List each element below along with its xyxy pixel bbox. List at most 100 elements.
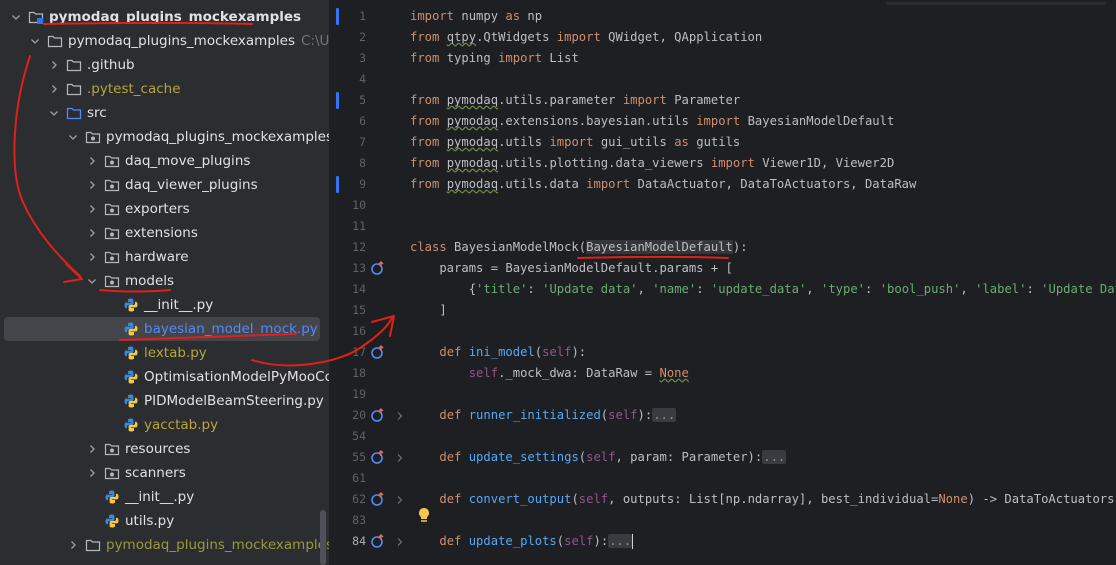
line-number[interactable]: 6 [329, 111, 366, 132]
code-line[interactable]: from pymodaq.utils.plotting.data_viewers… [410, 153, 894, 174]
chevron-right-icon[interactable] [86, 467, 98, 479]
overrides-method-icon[interactable] [370, 260, 386, 276]
tree-folder-item[interactable]: exporters [0, 197, 329, 221]
chevron-down-icon[interactable] [29, 35, 41, 47]
code-line[interactable]: params = BayesianModelDefault.params + [ [410, 258, 733, 279]
line-number[interactable]: 10 [329, 195, 366, 216]
fold-expand-icon[interactable] [395, 494, 405, 504]
line-number[interactable]: 55 [329, 447, 366, 468]
line-number[interactable]: 11 [329, 216, 366, 237]
fold-expand-icon[interactable] [395, 536, 405, 546]
tree-file-item[interactable]: lextab.py [0, 341, 329, 365]
chevron-down-icon[interactable] [67, 131, 79, 143]
tree-folder-item[interactable]: extensions [0, 221, 329, 245]
line-number[interactable]: 8 [329, 153, 366, 174]
line-number[interactable]: 3 [329, 48, 366, 69]
line-number[interactable]: 18 [329, 363, 366, 384]
overrides-method-icon[interactable] [370, 491, 386, 507]
chevron-down-icon[interactable] [86, 275, 98, 287]
chevron-right-icon[interactable] [67, 539, 79, 551]
code-line[interactable]: import numpy as np [410, 6, 542, 27]
line-number[interactable]: 7 [329, 132, 366, 153]
tree-folder-item[interactable]: src [0, 101, 329, 125]
chevron-right-icon[interactable] [86, 251, 98, 263]
folder-icon [66, 57, 82, 73]
line-number[interactable]: 20 [329, 405, 366, 426]
line-number[interactable]: 16 [329, 321, 366, 342]
chevron-right-icon[interactable] [86, 443, 98, 455]
tree-file-item[interactable]: __init__.py [0, 485, 329, 509]
line-number[interactable]: 9 [329, 174, 366, 195]
code-line[interactable]: def update_settings(self, param: Paramet… [410, 447, 787, 468]
tree-folder-item[interactable]: daq_viewer_plugins [0, 173, 329, 197]
code-line[interactable]: {'title': 'Update data', 'name': 'update… [410, 279, 1116, 300]
code-line[interactable]: from pymodaq.utils.parameter import Para… [410, 90, 740, 111]
code-line[interactable]: from pymodaq.utils.data import DataActua… [410, 174, 916, 195]
line-number[interactable]: 15 [329, 300, 366, 321]
tree-folder-item[interactable]: hardware [0, 245, 329, 269]
line-number[interactable]: 14 [329, 279, 366, 300]
line-number[interactable]: 54 [329, 426, 366, 447]
line-number[interactable]: 12 [329, 237, 366, 258]
code-line[interactable]: self._mock_dwa: DataRaw = None [410, 363, 689, 384]
line-number[interactable]: 4 [329, 69, 366, 90]
chevron-down-icon[interactable] [48, 107, 60, 119]
package-icon [104, 153, 120, 169]
overrides-method-icon[interactable] [370, 449, 386, 465]
chevron-right-icon[interactable] [48, 59, 60, 71]
overrides-method-icon[interactable] [370, 407, 386, 423]
line-number[interactable]: 17 [329, 342, 366, 363]
tree-file-item[interactable]: OptimisationModelPyMooComp [0, 365, 329, 389]
tree-folder-item[interactable]: scanners [0, 461, 329, 485]
code-line[interactable]: ] [410, 300, 446, 321]
tree-item-label: pymodaq_plugins_mockexamples [106, 129, 329, 145]
tree-folder-item[interactable]: pymodaq_plugins_mockexamples [0, 5, 329, 29]
chevron-down-icon[interactable] [10, 11, 22, 23]
code-line[interactable]: def convert_output(self, outputs: List[n… [410, 489, 1116, 510]
line-number[interactable]: 84 [329, 531, 366, 552]
line-number[interactable]: 19 [329, 384, 366, 405]
chevron-right-icon[interactable] [86, 227, 98, 239]
code-editor[interactable]: 1 2 3 4 5 6 7 8 9 10 11 12 13 14 15 16 17 18 19 20 54 55 61 62 8… [329, 0, 1116, 565]
code-line[interactable]: class BayesianModelMock(BayesianModelDef… [410, 237, 748, 258]
chevron-right-icon[interactable] [48, 83, 60, 95]
lightbulb-icon[interactable] [417, 507, 431, 526]
line-number[interactable]: 5 [329, 90, 366, 111]
tree-folder-item[interactable]: .github [0, 53, 329, 77]
tree-folder-item[interactable]: daq_move_plugins [0, 149, 329, 173]
line-number[interactable]: 13 [329, 258, 366, 279]
overrides-method-icon[interactable] [370, 533, 386, 549]
tree-file-item[interactable]: yacctab.py [0, 413, 329, 437]
code-line[interactable]: def runner_initialized(self):... [410, 405, 677, 426]
line-number[interactable]: 2 [329, 27, 366, 48]
chevron-right-icon[interactable] [86, 155, 98, 167]
tree-file-item[interactable]: __init__.py [0, 293, 329, 317]
line-number[interactable]: 61 [329, 468, 366, 489]
line-number[interactable]: 1 [329, 6, 366, 27]
tree-folder-item[interactable]: pymodaq_plugins_mockexamplesC:\Users [0, 29, 329, 53]
overrides-method-icon[interactable] [370, 344, 386, 360]
tree-folder-item[interactable]: pymodaq_plugins_mockexamples.egg [0, 533, 329, 557]
tree-folder-item[interactable]: .pytest_cache [0, 77, 329, 101]
tree-item-label: PIDModelBeamSteering.py [144, 393, 324, 409]
tree-folder-item[interactable]: models [0, 269, 329, 293]
fold-expand-icon[interactable] [395, 410, 405, 420]
tree-folder-item[interactable]: resources [0, 437, 329, 461]
code-line[interactable]: from pymodaq.utils import gui_utils as g… [410, 132, 740, 153]
chevron-right-icon[interactable] [86, 203, 98, 215]
tree-item-label: extensions [125, 225, 198, 241]
line-number[interactable]: 62 [329, 489, 366, 510]
fold-expand-icon[interactable] [395, 452, 405, 462]
line-number[interactable]: 83 [329, 510, 366, 531]
code-line[interactable]: def ini_model(self): [410, 342, 586, 363]
tree-folder-item[interactable]: pymodaq_plugins_mockexamples [0, 125, 329, 149]
chevron-right-icon[interactable] [86, 179, 98, 191]
tree-file-item[interactable]: utils.py [0, 509, 329, 533]
code-line[interactable]: from pymodaq.extensions.bayesian.utils i… [410, 111, 894, 132]
project-scrollbar[interactable] [320, 510, 326, 565]
code-line[interactable]: from qtpy.QtWidgets import QWidget, QApp… [410, 27, 762, 48]
code-line[interactable]: def update_plots(self):... [410, 531, 634, 552]
code-line[interactable]: from typing import List [410, 48, 579, 69]
tree-file-item[interactable]: PIDModelBeamSteering.py [0, 389, 329, 413]
tree-file-item[interactable]: bayesian_model_mock.py [4, 317, 320, 341]
